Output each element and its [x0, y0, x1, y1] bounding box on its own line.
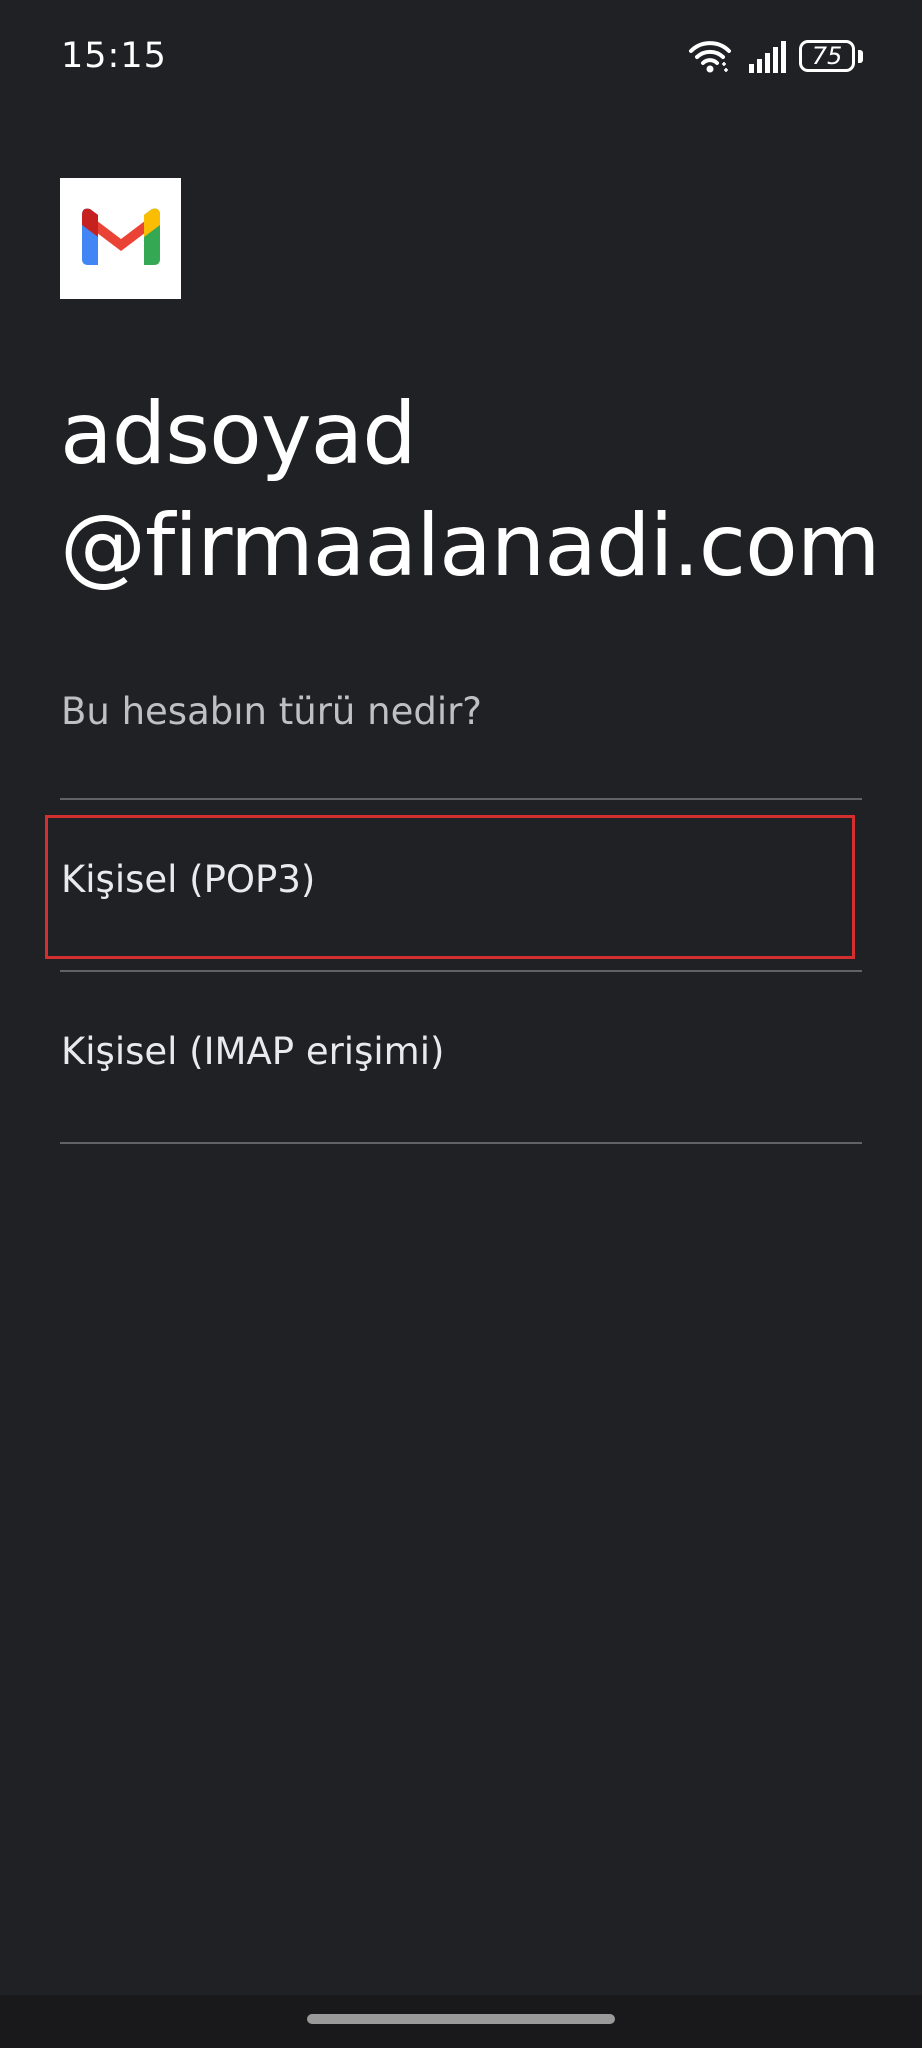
battery-icon: 75 — [799, 40, 855, 72]
gmail-logo-icon — [82, 208, 160, 265]
account-title-line2: @firmaalanadi.com — [60, 496, 880, 596]
status-bar: 15:15 75 — [0, 0, 922, 116]
gmail-logo — [60, 178, 181, 299]
account-title-line1: adsoyad — [60, 384, 417, 484]
battery-tip — [858, 50, 863, 63]
account-title: adsoyad @firmaalanadi.com — [60, 378, 900, 602]
signal-icon — [749, 41, 786, 73]
account-type-question: Bu hesabın türü nedir? — [61, 690, 482, 733]
divider — [60, 1142, 862, 1144]
option-imap[interactable]: Kişisel (IMAP erişimi) — [60, 972, 862, 1122]
option-imap-label: Kişisel (IMAP erişimi) — [61, 1030, 445, 1073]
home-gesture-handle[interactable] — [307, 2014, 615, 2024]
status-time: 15:15 — [61, 36, 167, 76]
highlight-box — [45, 815, 855, 959]
battery-level: 75 — [811, 42, 843, 70]
screen: 15:15 75 adsoyad @firmaalanadi.com Bu he… — [0, 0, 922, 2048]
wifi-icon — [689, 41, 731, 73]
